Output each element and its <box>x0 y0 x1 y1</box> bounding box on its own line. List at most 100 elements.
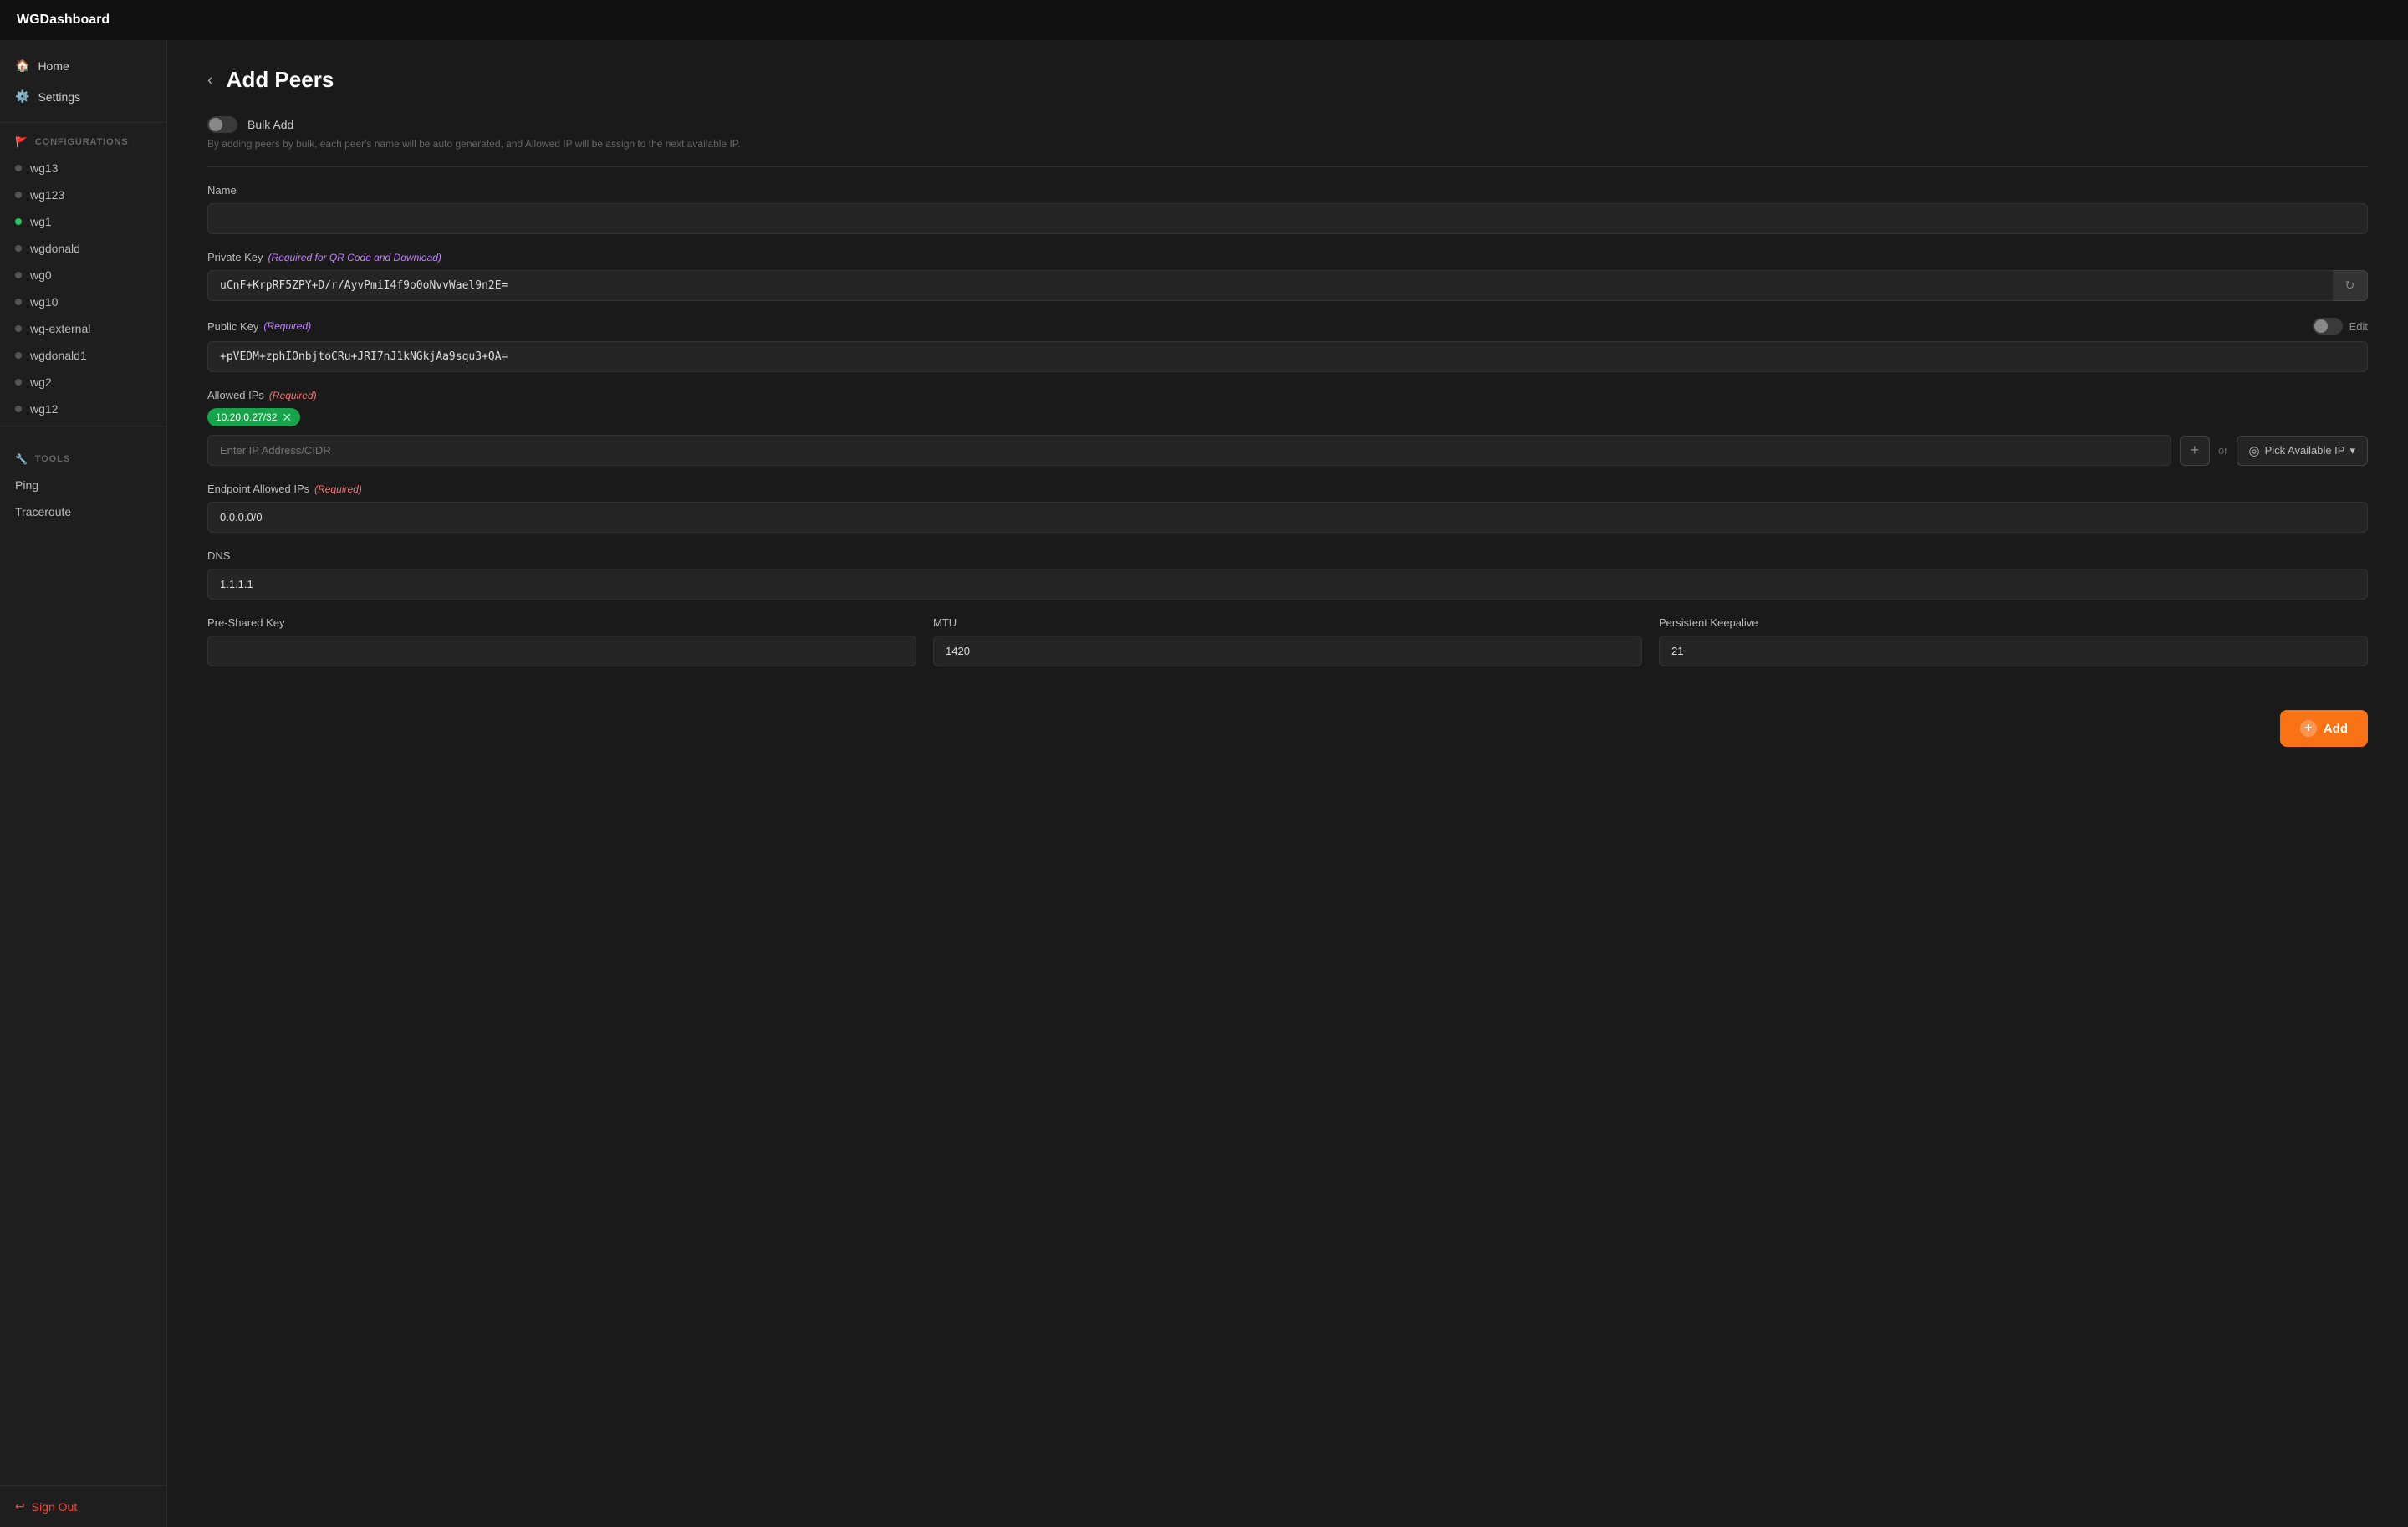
sidebar-item-wg123[interactable]: wg123 <box>0 181 166 208</box>
private-key-refresh-button[interactable]: ↻ <box>2333 270 2368 301</box>
flag-icon: 🚩 <box>15 136 28 148</box>
dns-label: DNS <box>207 549 2368 562</box>
config-item-label: wg13 <box>30 161 58 175</box>
sidebar-item-home[interactable]: 🏠 Home <box>0 50 166 81</box>
config-item-label: wgdonald <box>30 242 80 255</box>
endpoint-input[interactable] <box>207 502 2368 533</box>
config-item-label: wg10 <box>30 295 58 309</box>
public-key-input[interactable] <box>207 341 2368 372</box>
sidebar-item-wg0[interactable]: wg0 <box>0 262 166 289</box>
allowed-ips-group: Allowed IPs (Required) 10.20.0.27/32 ✕ +… <box>207 389 2368 466</box>
allowed-ips-required: (Required) <box>269 390 317 401</box>
public-key-header: Public Key (Required) Edit <box>207 318 2368 335</box>
private-key-input[interactable] <box>207 270 2368 301</box>
add-btn-row: + Add <box>207 710 2368 747</box>
allowed-ips-add-button[interactable]: + <box>2180 436 2210 466</box>
keepalive-group: Persistent Keepalive <box>1659 616 2368 666</box>
endpoint-required: (Required) <box>314 483 362 495</box>
allowed-ips-input[interactable] <box>207 435 2171 466</box>
sidebar-item-wg1[interactable]: wg1 <box>0 208 166 235</box>
or-text: or <box>2218 444 2228 457</box>
configurations-section-label: 🚩 CONFIGURATIONS <box>0 123 166 155</box>
dns-group: DNS <box>207 549 2368 600</box>
toggle-track-pk <box>2313 318 2343 335</box>
sidebar-item-wg2[interactable]: wg2 <box>0 369 166 396</box>
mtu-input[interactable] <box>933 636 1642 666</box>
public-key-edit-toggle[interactable] <box>2313 318 2343 335</box>
status-dot <box>15 379 22 386</box>
sidebar-item-wg13[interactable]: wg13 <box>0 155 166 181</box>
ip-tag-close-button[interactable]: ✕ <box>282 411 292 423</box>
config-item-label: wg1 <box>30 215 52 228</box>
sidebar-item-wgdonald1[interactable]: wgdonald1 <box>0 342 166 369</box>
allowed-ips-tags: 10.20.0.27/32 ✕ <box>207 408 2368 426</box>
config-item-label: wgdonald1 <box>30 349 87 362</box>
app-title: WGDashboard <box>17 13 110 28</box>
bulk-add-description: By adding peers by bulk, each peer's nam… <box>207 138 2368 150</box>
keepalive-input[interactable] <box>1659 636 2368 666</box>
ip-tag-1: 10.20.0.27/32 ✕ <box>207 408 300 426</box>
config-item-label: wg2 <box>30 375 52 389</box>
keepalive-label: Persistent Keepalive <box>1659 616 2368 629</box>
pick-available-ip-button[interactable]: ◎ Pick Available IP ▾ <box>2237 436 2369 466</box>
private-key-required: (Required for QR Code and Download) <box>268 252 441 263</box>
sidebar-bottom: ↩ Sign Out <box>0 1485 166 1527</box>
status-dot <box>15 218 22 225</box>
tools-section-label: 🔧 TOOLS <box>0 440 166 472</box>
sidebar-item-traceroute[interactable]: Traceroute <box>0 498 166 525</box>
config-item-label: wg-external <box>30 322 90 335</box>
endpoint-group: Endpoint Allowed IPs (Required) <box>207 483 2368 533</box>
toggle-thumb-pk <box>2314 319 2328 333</box>
config-item-label: wg0 <box>30 268 52 282</box>
sidebar: 🏠 Home ⚙️ Settings 🚩 CONFIGURATIONS wg13… <box>0 40 167 1527</box>
toggle-thumb <box>209 118 222 131</box>
status-dot <box>15 406 22 412</box>
allowed-ips-input-row: + or ◎ Pick Available IP ▾ <box>207 435 2368 466</box>
sign-out-button[interactable]: ↩ Sign Out <box>15 1499 151 1514</box>
sidebar-item-wgdonald[interactable]: wgdonald <box>0 235 166 262</box>
config-item-label: wg123 <box>30 188 64 202</box>
toggle-track <box>207 116 237 133</box>
dns-input[interactable] <box>207 569 2368 600</box>
back-button[interactable]: ‹ <box>207 72 213 89</box>
divider-1 <box>207 166 2368 167</box>
public-key-edit-row: Edit <box>2313 318 2368 335</box>
pre-shared-key-input[interactable] <box>207 636 916 666</box>
gear-icon: ⚙️ <box>15 89 29 104</box>
name-input[interactable] <box>207 203 2368 234</box>
three-col-row: Pre-Shared Key MTU Persistent Keepalive <box>207 616 2368 683</box>
page-title: Add Peers <box>227 67 334 93</box>
sidebar-settings-label: Settings <box>38 90 80 104</box>
status-dot <box>15 325 22 332</box>
public-key-label: Public Key (Required) <box>207 320 311 333</box>
bulk-add-toggle[interactable] <box>207 116 237 133</box>
wrench-icon: 🔧 <box>15 453 28 465</box>
config-list: wg13 wg123 wg1 wgdonald wg0 wg10 wg-external wg… <box>0 155 166 422</box>
main-content: ‹ Add Peers Bulk Add By adding peers by … <box>167 40 2408 1527</box>
add-button[interactable]: + Add <box>2280 710 2368 747</box>
pre-shared-key-group: Pre-Shared Key <box>207 616 916 666</box>
pre-shared-key-label: Pre-Shared Key <box>207 616 916 629</box>
sidebar-configurations: 🚩 CONFIGURATIONS wg13 wg123 wg1 wgdonald wg0… <box>0 123 166 422</box>
sidebar-item-ping[interactable]: Ping <box>0 472 166 498</box>
status-dot <box>15 352 22 359</box>
allowed-ips-label: Allowed IPs (Required) <box>207 389 2368 401</box>
private-key-label: Private Key (Required for QR Code and Do… <box>207 251 2368 263</box>
public-key-input-wrapper <box>207 341 2368 372</box>
sidebar-item-wg10[interactable]: wg10 <box>0 289 166 315</box>
name-label: Name <box>207 184 2368 197</box>
status-dot <box>15 299 22 305</box>
edit-label: Edit <box>2349 320 2368 333</box>
sidebar-item-settings[interactable]: ⚙️ Settings <box>0 81 166 112</box>
bulk-add-row: Bulk Add <box>207 116 2368 133</box>
topbar: WGDashboard <box>0 0 2408 40</box>
add-icon: + <box>2300 720 2317 737</box>
status-dot <box>15 192 22 198</box>
status-dot <box>15 165 22 171</box>
mtu-group: MTU <box>933 616 1642 666</box>
sidebar-item-wg-external[interactable]: wg-external <box>0 315 166 342</box>
home-icon: 🏠 <box>15 59 29 73</box>
sidebar-item-wg12[interactable]: wg12 <box>0 396 166 422</box>
pick-ip-icon: ◎ <box>2249 443 2260 458</box>
private-key-group: Private Key (Required for QR Code and Do… <box>207 251 2368 301</box>
